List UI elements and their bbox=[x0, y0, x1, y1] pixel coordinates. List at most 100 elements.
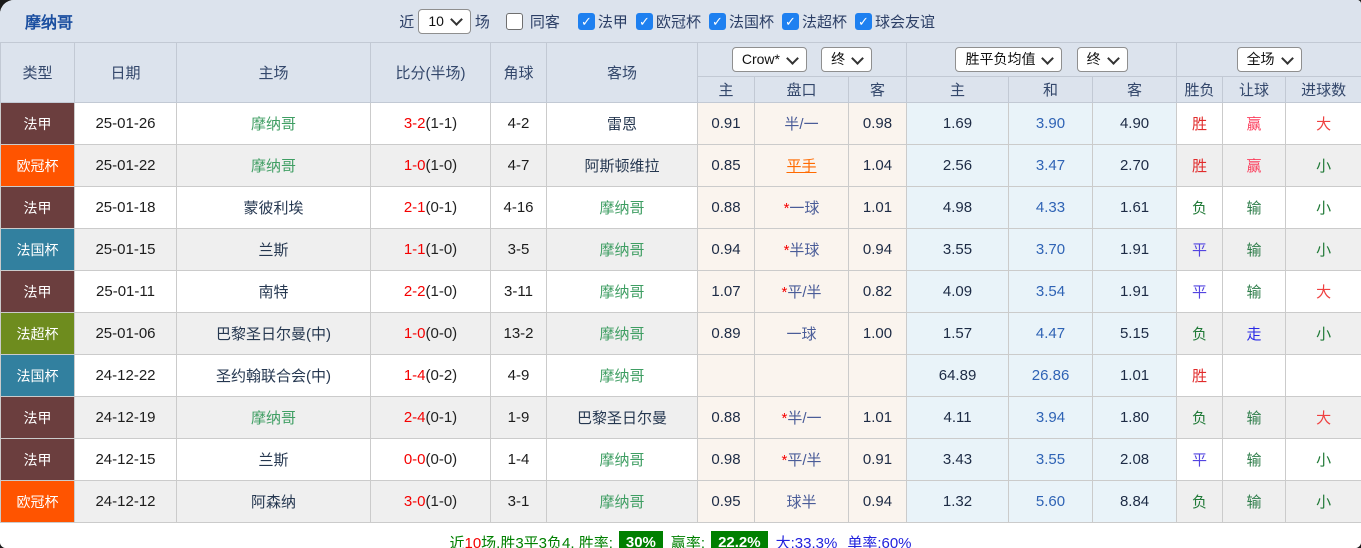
bookmaker-select[interactable]: Crow* bbox=[731, 47, 807, 72]
away-team-cell: 摩纳哥 bbox=[546, 228, 698, 271]
average-period-select[interactable]: 终 bbox=[1076, 47, 1128, 72]
away-team-cell: 摩纳哥 bbox=[546, 480, 698, 523]
avg-draw-cell: 26.86 bbox=[1008, 354, 1094, 397]
table-row: 法甲 25-01-26 摩纳哥 3-2(1-1) 4-2 雷恩 0.91 半/一 0.98 1.6… bbox=[0, 102, 1361, 145]
avg-draw-cell: 3.70 bbox=[1008, 228, 1094, 271]
league-filter[interactable]: ✓ 法超杯 bbox=[781, 11, 847, 32]
fulltime-score: 0-0 bbox=[403, 451, 426, 468]
chevron-down-icon bbox=[851, 51, 865, 65]
home-team-cell: 南特 bbox=[176, 270, 371, 313]
result-cell: 胜 bbox=[1176, 144, 1224, 187]
home-team-name: 摩纳哥 bbox=[250, 410, 296, 427]
bookmaker-period-value: 终 bbox=[831, 51, 846, 67]
avg-draw-cell: 4.47 bbox=[1008, 312, 1094, 355]
league-type-cell: 法超杯 bbox=[0, 312, 75, 355]
match-date-cell: 25-01-15 bbox=[74, 228, 177, 271]
away-team-cell: 摩纳哥 bbox=[546, 438, 698, 481]
match-date-cell: 25-01-26 bbox=[74, 102, 177, 145]
home-team-cell: 蒙彼利埃 bbox=[176, 186, 371, 229]
handicap-cell: *半/一 bbox=[754, 396, 849, 439]
away-team-cell: 摩纳哥 bbox=[546, 312, 698, 355]
col-header-corner: 角球 bbox=[490, 42, 547, 103]
checkbox-icon[interactable]: ✓ bbox=[854, 12, 872, 30]
summary-footer: 近10场,胜3平3负4, 胜率: 30% 赢率: 22.2% 大:33.3% 单… bbox=[0, 523, 1361, 548]
table-row: 欧冠杯 24-12-12 阿森纳 3-0(1-0) 3-1 摩纳哥 0.95 球半 0.94 1.… bbox=[0, 480, 1361, 523]
home-team-cell: 摩纳哥 bbox=[176, 144, 371, 187]
table-row: 欧冠杯 25-01-22 摩纳哥 1-0(1-0) 4-7 阿斯顿维拉 0.85 平手 1.04… bbox=[0, 144, 1361, 187]
handicap-result-cell: 走 bbox=[1222, 312, 1287, 355]
home-team-name: 蒙彼利埃 bbox=[243, 200, 304, 217]
home-team-name: 阿森纳 bbox=[250, 494, 296, 511]
home-odds-cell: 0.88 bbox=[697, 396, 755, 439]
fulltime-score: 1-0 bbox=[403, 325, 426, 342]
home-team-name: 南特 bbox=[258, 284, 289, 301]
league-filter[interactable]: ✓ 欧冠杯 bbox=[635, 11, 701, 32]
away-team-name: 摩纳哥 bbox=[599, 368, 645, 385]
goals-result-cell: 大 bbox=[1285, 270, 1361, 313]
corner-cell: 3-1 bbox=[490, 480, 547, 523]
checkbox-icon[interactable]: ✓ bbox=[635, 12, 653, 30]
corner-cell: 1-4 bbox=[490, 438, 547, 481]
avg-draw-cell: 3.47 bbox=[1008, 144, 1094, 187]
league-type-cell: 法国杯 bbox=[0, 354, 75, 397]
corner-cell: 4-2 bbox=[490, 102, 547, 145]
avg-home-cell: 1.57 bbox=[906, 312, 1010, 355]
home-team-name: 摩纳哥 bbox=[250, 158, 296, 175]
league-filter-label: 球会友谊 bbox=[874, 13, 935, 31]
col-header-home: 主场 bbox=[176, 42, 371, 103]
away-team-name: 摩纳哥 bbox=[599, 452, 645, 469]
away-team-name: 雷恩 bbox=[606, 116, 637, 133]
avg-home-cell: 64.89 bbox=[906, 354, 1010, 397]
goals-result-cell: 小 bbox=[1285, 228, 1361, 271]
home-team-cell: 摩纳哥 bbox=[176, 396, 371, 439]
away-team-cell: 摩纳哥 bbox=[546, 186, 698, 229]
league-filter-label: 法超杯 bbox=[801, 13, 847, 31]
score-cell: 1-4(0-2) bbox=[370, 354, 491, 397]
avg-draw-cell: 3.90 bbox=[1008, 102, 1094, 145]
handicap-text: 半/一 bbox=[784, 116, 819, 133]
checkbox-icon[interactable]: ✓ bbox=[781, 12, 799, 30]
chevron-down-icon bbox=[1280, 51, 1294, 65]
col-header-away: 客场 bbox=[546, 42, 698, 103]
bookmaker-period-select[interactable]: 终 bbox=[821, 47, 873, 72]
score-cell: 3-2(1-1) bbox=[370, 102, 491, 145]
avg-draw-cell: 5.60 bbox=[1008, 480, 1094, 523]
same-venue-filter[interactable]: 同客 bbox=[505, 11, 564, 32]
recent-count-select[interactable]: 10 bbox=[418, 8, 471, 34]
corner-cell: 3-5 bbox=[490, 228, 547, 271]
goals-result-cell: 小 bbox=[1285, 438, 1361, 481]
away-odds-cell: 0.91 bbox=[847, 438, 908, 481]
sub-header-odds-home: 主 bbox=[697, 76, 755, 103]
checkbox-icon[interactable]: ✓ bbox=[708, 12, 726, 30]
result-cell: 平 bbox=[1176, 228, 1224, 271]
halftime-score: (1-0) bbox=[425, 493, 458, 510]
league-type-cell: 法国杯 bbox=[0, 228, 75, 271]
fulltime-score: 2-2 bbox=[403, 283, 426, 300]
handicap-cell: 一球 bbox=[754, 312, 849, 355]
page-title: 摩纳哥 bbox=[25, 15, 74, 32]
filter-controls: 近 10 场 同客 ✓ 法甲 ✓ 欧冠杯 ✓ 法国杯 ✓ 法超杯 ✓ 球会友谊 bbox=[395, 8, 935, 34]
away-team-name: 摩纳哥 bbox=[599, 200, 645, 217]
score-cell: 2-1(0-1) bbox=[370, 186, 491, 229]
handicap-result-cell: 赢 bbox=[1222, 144, 1287, 187]
league-filter[interactable]: ✓ 法甲 bbox=[577, 11, 628, 32]
away-team-cell: 阿斯顿维拉 bbox=[546, 144, 698, 187]
scope-select[interactable]: 全场 bbox=[1236, 47, 1302, 72]
league-type-cell: 法甲 bbox=[0, 270, 75, 313]
league-type-cell: 法甲 bbox=[0, 438, 75, 481]
average-select[interactable]: 胜平负均值 bbox=[955, 47, 1063, 72]
sub-header-handicap-result: 让球 bbox=[1222, 76, 1287, 103]
league-type-cell: 欧冠杯 bbox=[0, 480, 75, 523]
league-type-cell: 欧冠杯 bbox=[0, 144, 75, 187]
league-filter[interactable]: ✓ 法国杯 bbox=[708, 11, 774, 32]
league-filter[interactable]: ✓ 球会友谊 bbox=[854, 11, 935, 32]
average-value: 胜平负均值 bbox=[965, 51, 1036, 67]
checkbox-icon[interactable] bbox=[505, 12, 523, 30]
away-team-cell: 巴黎圣日尔曼 bbox=[546, 396, 698, 439]
handicap-text: 半/一 bbox=[787, 410, 822, 427]
avg-home-cell: 4.09 bbox=[906, 270, 1010, 313]
goals-result-cell bbox=[1285, 354, 1361, 397]
result-cell: 负 bbox=[1176, 480, 1224, 523]
big-rate-text: 大:33.3% bbox=[775, 534, 838, 548]
checkbox-icon[interactable]: ✓ bbox=[577, 12, 595, 30]
